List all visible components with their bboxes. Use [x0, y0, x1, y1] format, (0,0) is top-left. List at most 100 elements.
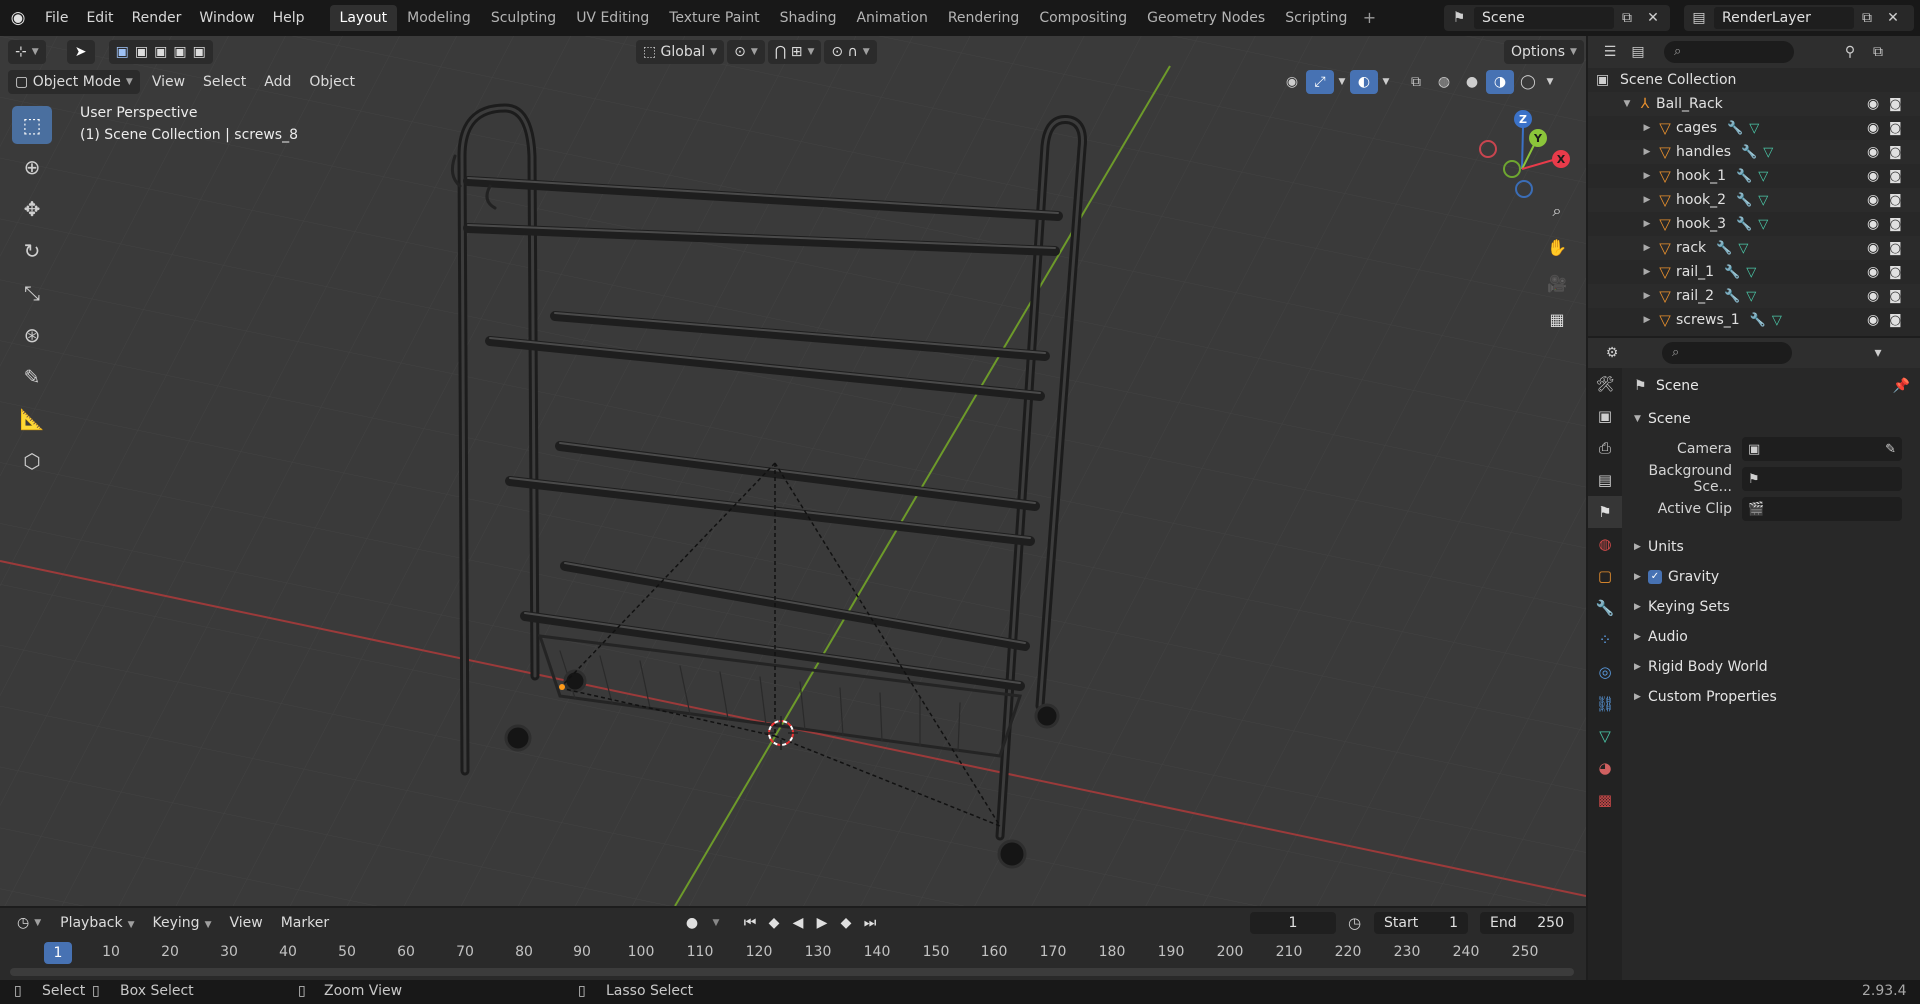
gizmo-dropdown-icon[interactable]: ▼ [1334, 70, 1350, 94]
active-clip-input[interactable]: 🎬 [1742, 497, 1902, 521]
record-icon[interactable]: ● [680, 915, 704, 931]
pivot-point-dropdown[interactable]: ⊙ ▼ [727, 40, 765, 64]
render-camera-icon[interactable]: ◙ [1889, 265, 1902, 280]
outliner-row-hook-1[interactable]: ▶ ▽ hook_1 🔧 ▽ ◉ ◙ [1588, 164, 1920, 188]
modifier-wrench-icon[interactable]: 🔧 [1736, 193, 1752, 208]
expand-arrow-icon[interactable]: ▶ [1640, 219, 1654, 229]
render-camera-icon[interactable]: ◙ [1889, 145, 1902, 160]
eye-icon[interactable]: ◉ [1867, 288, 1879, 304]
timeline-scrollbar[interactable] [10, 968, 1574, 976]
scene-selector[interactable]: ⚑ Scene ⧉ ✕ [1444, 5, 1670, 31]
mesh-data-icon[interactable]: ▽ [1758, 169, 1768, 184]
snap-dropdown[interactable]: ⋂ ⊞ ▼ [767, 40, 822, 64]
delete-scene-icon[interactable]: ✕ [1640, 10, 1666, 26]
play-reverse-icon[interactable]: ◀ [786, 915, 810, 931]
eye-icon[interactable]: ◉ [1867, 264, 1879, 280]
background-scene-input[interactable]: ⚑ [1742, 467, 1902, 491]
jump-end-icon[interactable]: ⏭ [858, 915, 882, 931]
eye-icon[interactable]: ◉ [1867, 312, 1879, 328]
custom-properties-panel-header[interactable]: ▶ Custom Properties [1622, 682, 1920, 712]
delete-view-layer-icon[interactable]: ✕ [1880, 10, 1906, 26]
expand-arrow-icon[interactable]: ▶ [1640, 315, 1654, 325]
render-camera-icon[interactable]: ◙ [1889, 169, 1902, 184]
gizmo-toggle-icon[interactable]: ⤢ [1306, 70, 1334, 94]
mesh-data-icon[interactable]: ▽ [1772, 313, 1782, 328]
scene-tab-icon[interactable]: ⚑ [1588, 496, 1622, 528]
render-camera-icon[interactable]: ◙ [1889, 121, 1902, 136]
keying-sets-panel-header[interactable]: ▶ Keying Sets [1622, 592, 1920, 622]
expand-arrow-icon[interactable]: ▶ [1640, 267, 1654, 277]
modifier-wrench-icon[interactable]: 🔧 [1724, 289, 1740, 304]
select-invert-icon[interactable]: ▣ [173, 40, 186, 64]
expand-arrow-icon[interactable]: ▶ [1640, 123, 1654, 133]
frame-ruler[interactable]: 1 10 20 30 40 50 60 70 80 90 100 110 120… [0, 941, 1586, 964]
outliner-row-screws-1[interactable]: ▶ ▽ screws_1 🔧 ▽ ◉ ◙ [1588, 308, 1920, 332]
camera-input[interactable]: ▣ ✎ [1742, 437, 1902, 461]
select-box-icon[interactable]: ⬚ [12, 106, 52, 144]
zoom-icon[interactable]: ⌕ [1542, 196, 1572, 226]
jump-start-icon[interactable]: ⏮ [738, 915, 762, 931]
expand-arrow-icon[interactable]: ▶ [1640, 195, 1654, 205]
modifier-tab-icon[interactable]: 🔧 [1588, 592, 1622, 624]
physics-tab-icon[interactable]: ◎ [1588, 656, 1622, 688]
scene-panel-header[interactable]: ▼ Scene [1622, 404, 1920, 434]
display-mode-icon[interactable]: ▤ [1624, 40, 1652, 64]
record-dropdown-icon[interactable]: ▼ [704, 918, 728, 928]
properties-search-input[interactable]: ⌕ [1662, 342, 1792, 364]
modifier-wrench-icon[interactable]: 🔧 [1727, 121, 1743, 136]
menu-timeline-view[interactable]: View [220, 911, 271, 935]
cursor-tool-icon[interactable]: ⊕ [12, 148, 52, 186]
select-intersect-icon[interactable]: ▣ [193, 40, 206, 64]
modifier-wrench-icon[interactable]: 🔧 [1724, 265, 1740, 280]
rigid-body-world-panel-header[interactable]: ▶ Rigid Body World [1622, 652, 1920, 682]
end-frame-field[interactable]: End 250 [1480, 912, 1574, 934]
select-extend-icon[interactable]: ▣ [135, 40, 148, 64]
gravity-panel-header[interactable]: ▶ ✓ Gravity [1622, 562, 1920, 592]
annotate-icon[interactable]: ✎ [12, 358, 52, 396]
ortho-grid-icon[interactable]: ▦ [1542, 304, 1572, 334]
scene-name[interactable]: Scene [1474, 7, 1614, 29]
menu-playback[interactable]: Playback ▼ [51, 911, 143, 935]
wireframe-shading-icon[interactable]: ◍ [1430, 70, 1458, 94]
eyedropper-icon[interactable]: ✎ [1885, 442, 1896, 457]
outliner-row-ball-rack[interactable]: ▼ ⅄ Ball_Rack ◉ ◙ [1588, 92, 1920, 116]
mesh-data-icon[interactable]: ▽ [1746, 289, 1756, 304]
outliner-row-cages[interactable]: ▶ ▽ cages 🔧 ▽ ◉ ◙ [1588, 116, 1920, 140]
xray-icon[interactable]: ⧉ [1402, 70, 1430, 94]
mode-dropdown[interactable]: ▢ Object Mode ▼ [8, 70, 140, 94]
menu-file[interactable]: File [36, 5, 77, 31]
properties-editor-icon[interactable]: ⚙ [1598, 341, 1626, 365]
render-camera-icon[interactable]: ◙ [1889, 97, 1902, 112]
outliner-row-hook-2[interactable]: ▶ ▽ hook_2 🔧 ▽ ◉ ◙ [1588, 188, 1920, 212]
menu-object[interactable]: Object [300, 70, 364, 94]
render-camera-icon[interactable]: ◙ [1889, 217, 1902, 232]
audio-panel-header[interactable]: ▶ Audio [1622, 622, 1920, 652]
modifier-wrench-icon[interactable]: 🔧 [1750, 313, 1766, 328]
tab-compositing[interactable]: Compositing [1029, 5, 1137, 31]
eye-icon[interactable]: ◉ [1867, 216, 1879, 232]
pan-hand-icon[interactable]: ✋ [1542, 232, 1572, 262]
modifier-wrench-icon[interactable]: 🔧 [1736, 217, 1752, 232]
view-layer-name[interactable]: RenderLayer [1714, 7, 1854, 29]
new-scene-icon[interactable]: ⧉ [1614, 10, 1640, 26]
outliner-row-rail-1[interactable]: ▶ ▽ rail_1 🔧 ▽ ◉ ◙ [1588, 260, 1920, 284]
material-tab-icon[interactable]: ◕ [1588, 752, 1622, 784]
new-view-layer-icon[interactable]: ⧉ [1854, 10, 1880, 26]
particles-tab-icon[interactable]: ⁘ [1588, 624, 1622, 656]
mesh-data-icon[interactable]: ▽ [1738, 241, 1748, 256]
play-icon[interactable]: ▶ [810, 915, 834, 931]
expand-arrow-icon[interactable]: ▶ [1640, 291, 1654, 301]
eye-icon[interactable]: ◉ [1867, 120, 1879, 136]
overlay-toggle-icon[interactable]: ◐ [1350, 70, 1378, 94]
outliner-row-handles[interactable]: ▶ ▽ handles 🔧 ▽ ◉ ◙ [1588, 140, 1920, 164]
eye-icon[interactable]: ◉ [1867, 96, 1879, 112]
editor-type-button[interactable]: ⊹ ▼ [8, 40, 46, 64]
expand-arrow-icon[interactable]: ▶ [1640, 243, 1654, 253]
solid-shading-icon[interactable]: ● [1458, 70, 1486, 94]
tab-geometry-nodes[interactable]: Geometry Nodes [1137, 5, 1275, 31]
filter-icon[interactable]: ⚲ [1836, 40, 1864, 64]
scale-icon[interactable]: ⤡ [12, 274, 52, 312]
mesh-data-icon[interactable]: ▽ [1749, 121, 1759, 136]
menu-help[interactable]: Help [264, 5, 314, 31]
render-camera-icon[interactable]: ◙ [1889, 313, 1902, 328]
